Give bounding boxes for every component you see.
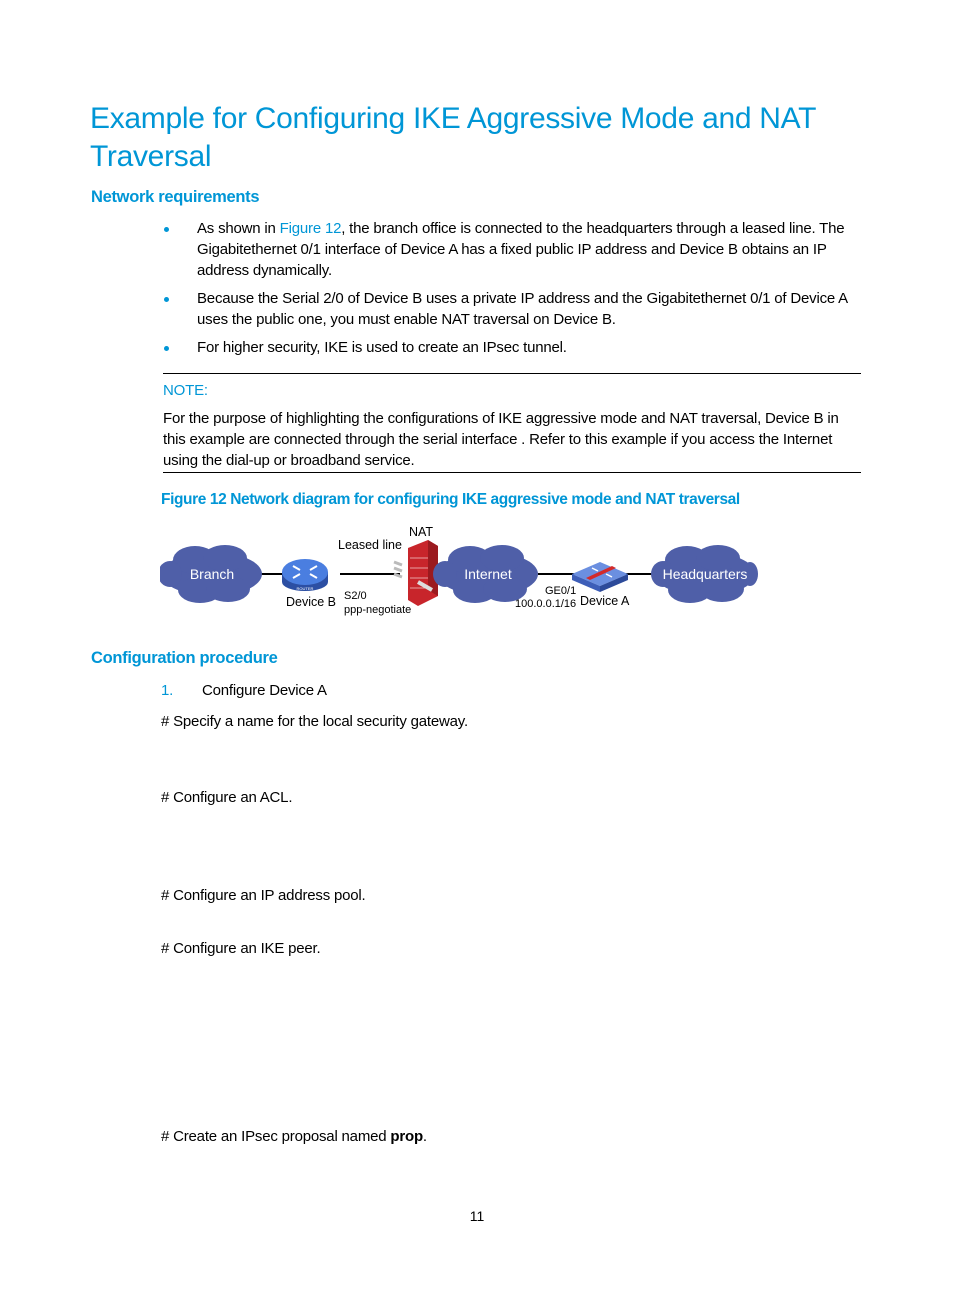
note-text: For the purpose of highlighting the conf…	[163, 410, 839, 469]
ge01-label: GE0/1	[545, 585, 576, 597]
device-a-label: Device A	[580, 594, 630, 608]
device-b-label: Device B	[286, 595, 336, 609]
bullet-icon	[164, 297, 169, 302]
page-title: Example for Configuring IKE Aggressive M…	[90, 102, 816, 173]
note-box: NOTE: For the purpose of highlighting th…	[163, 373, 861, 473]
router-badge: ROUTER	[297, 586, 314, 591]
security-gateway-icon	[572, 562, 628, 592]
list-item: For higher security, IKE is used to crea…	[160, 337, 865, 358]
internet-label: Internet	[464, 566, 512, 582]
comment-ike-peer: # Configure an IKE peer.	[161, 940, 321, 957]
configuration-procedure-heading: Configuration procedure	[91, 649, 278, 667]
comment-acl: # Configure an ACL.	[161, 789, 293, 806]
bullet-icon	[164, 346, 169, 351]
requirements-list: As shown in Figure 12, the branch office…	[160, 218, 865, 365]
leased-line-label: Leased line	[338, 538, 402, 552]
ip-label: 100.0.0.1/16	[515, 598, 576, 610]
comment-local-gateway: # Specify a name for the local security …	[161, 713, 468, 730]
network-requirements-heading: Network requirements	[91, 188, 260, 206]
step-1: 1. Configure Device A	[161, 680, 327, 701]
figure-caption: Figure 12 Network diagram for configurin…	[161, 491, 740, 508]
step-text: Configure Device A	[202, 682, 327, 699]
router-icon: ROUTER	[282, 559, 328, 591]
list-item: As shown in Figure 12, the branch office…	[160, 218, 865, 281]
list-item: Because the Serial 2/0 of Device B uses …	[160, 288, 865, 330]
ppp-label: ppp-negotiate	[344, 604, 411, 616]
bullet-icon	[164, 227, 169, 232]
note-label: NOTE:	[163, 382, 208, 399]
s20-label: S2/0	[344, 590, 367, 602]
nat-label: NAT	[409, 525, 433, 539]
proposal-name: prop	[390, 1128, 423, 1145]
network-diagram: Branch ROUTER Device B S2/0 ppp-negotiat…	[160, 525, 758, 616]
figure-12-link[interactable]: Figure 12	[280, 220, 342, 237]
comment-ip-pool: # Configure an IP address pool.	[161, 887, 366, 904]
headquarters-label: Headquarters	[663, 566, 748, 582]
comment-ipsec-proposal: # Create an IPsec proposal named prop.	[161, 1128, 427, 1145]
branch-label: Branch	[190, 566, 234, 582]
page-number: 11	[469, 1208, 485, 1224]
step-number: 1.	[161, 682, 174, 699]
